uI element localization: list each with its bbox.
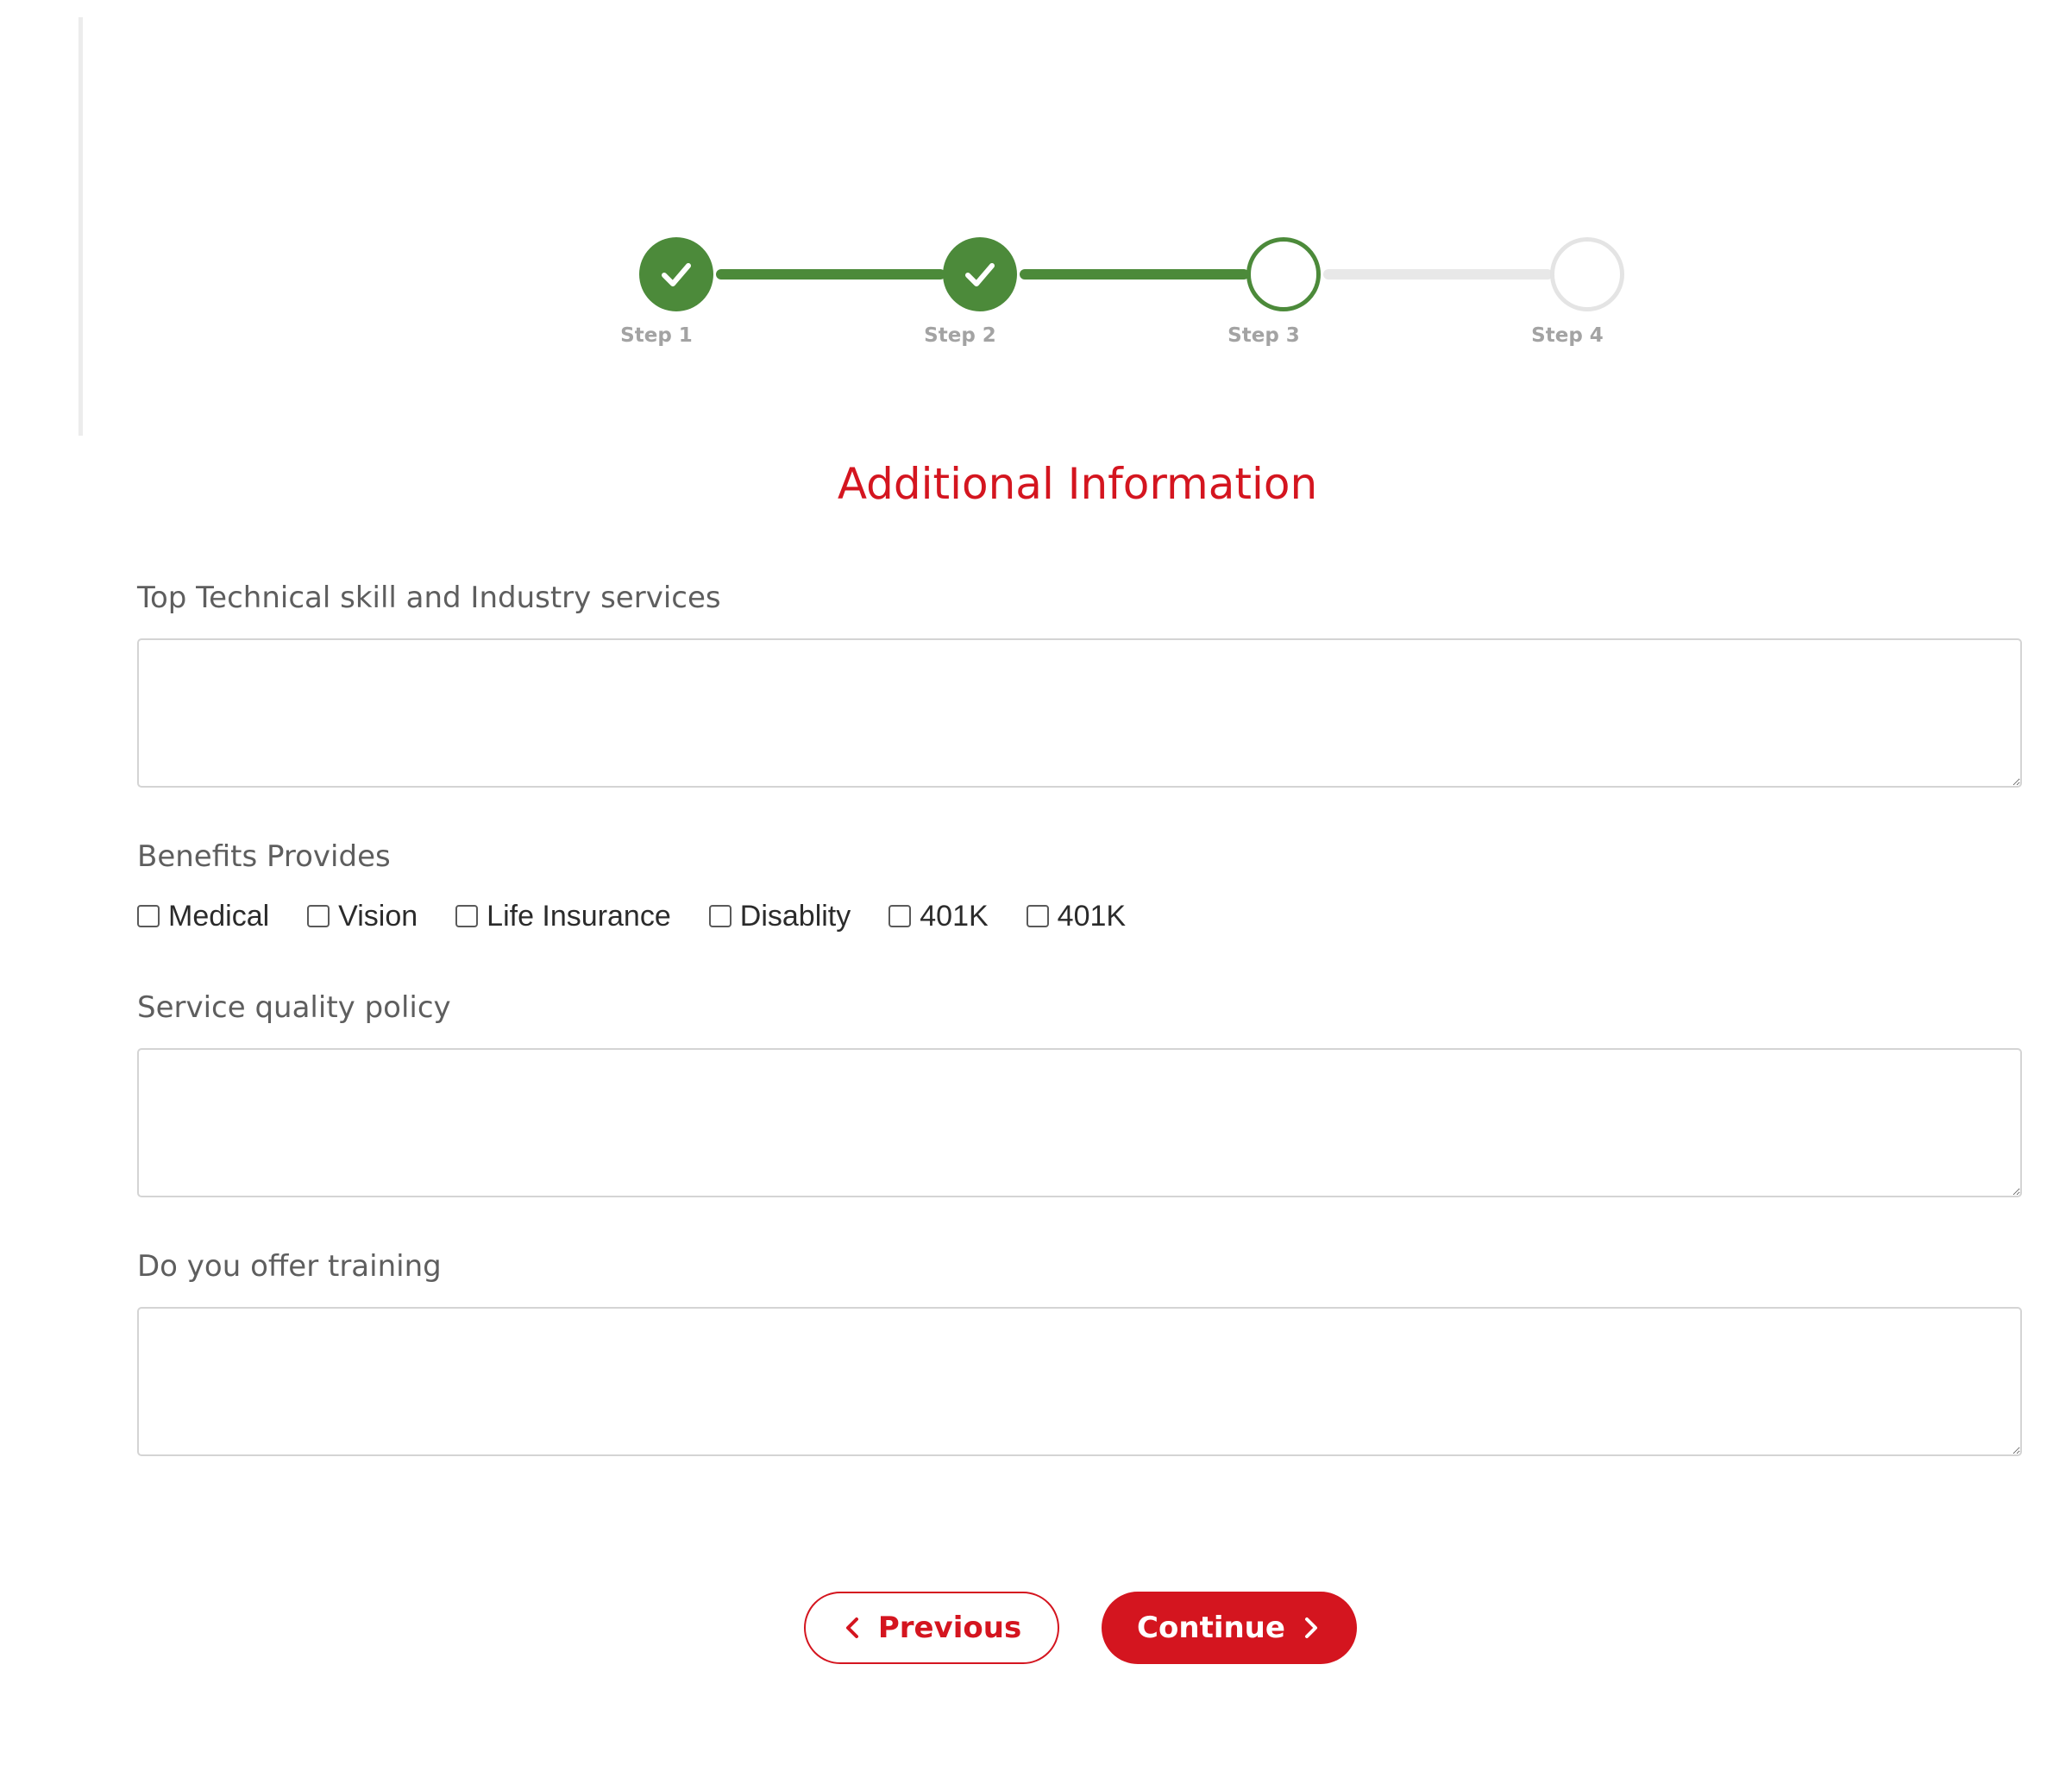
benefit-life-insurance[interactable]: Life Insurance xyxy=(455,900,671,933)
step-connector-3 xyxy=(1323,269,1553,280)
step-3-indicator[interactable] xyxy=(1246,237,1321,311)
step-2-label: Step 2 xyxy=(924,324,996,347)
chevron-left-icon xyxy=(845,1617,858,1638)
step-1-label: Step 1 xyxy=(620,324,693,347)
benefit-label: 401K xyxy=(1057,899,1127,933)
step-4-label: Step 4 xyxy=(1531,324,1604,347)
skills-textarea[interactable] xyxy=(137,638,2022,788)
benefits-checkbox-group: Medical Vision Life Insurance Disablity … xyxy=(137,897,1164,935)
continue-button[interactable]: Continue xyxy=(1102,1592,1357,1664)
training-label: Do you offer training xyxy=(137,1249,442,1284)
check-icon xyxy=(965,263,995,286)
checkbox[interactable] xyxy=(455,905,479,927)
benefit-vision[interactable]: Vision xyxy=(307,900,418,933)
step-2-indicator[interactable] xyxy=(943,237,1017,311)
training-textarea[interactable] xyxy=(137,1307,2022,1456)
benefit-disability[interactable]: Disablity xyxy=(708,899,851,933)
check-icon xyxy=(662,263,691,286)
benefit-label: Life Insurance xyxy=(487,899,671,933)
step-3-label: Step 3 xyxy=(1228,324,1300,347)
progress-stepper: Step 1 Step 2 Step 3 Step 4 xyxy=(0,0,2072,362)
benefit-label: Disablity xyxy=(739,899,851,933)
step-connector-1 xyxy=(716,269,945,280)
checkbox[interactable] xyxy=(1026,905,1049,927)
skills-label: Top Technical skill and Industry service… xyxy=(137,581,721,615)
checkbox[interactable] xyxy=(137,905,160,927)
step-4-indicator[interactable] xyxy=(1550,237,1624,311)
benefit-label: Vision xyxy=(338,899,418,933)
benefit-medical[interactable]: Medical xyxy=(137,900,269,933)
previous-button[interactable]: Previous xyxy=(804,1592,1059,1664)
quality-policy-textarea[interactable] xyxy=(137,1048,2022,1197)
previous-label: Previous xyxy=(877,1611,1022,1645)
quality-policy-label: Service quality policy xyxy=(137,990,451,1025)
checkbox[interactable] xyxy=(307,905,330,927)
checkbox[interactable] xyxy=(708,905,731,927)
benefits-label: Benefits Provides xyxy=(137,839,391,874)
page: Step 1 Step 2 Step 3 Step 4 Additional I… xyxy=(0,0,2072,1765)
step-connector-2 xyxy=(1020,269,1249,280)
continue-label: Continue xyxy=(1137,1611,1285,1645)
step-1-indicator[interactable] xyxy=(639,237,713,311)
benefit-401k[interactable]: 401K xyxy=(888,899,989,933)
benefit-label: Medical xyxy=(168,899,270,933)
chevron-right-icon xyxy=(1304,1617,1317,1638)
benefit-label: 401K xyxy=(920,899,989,933)
page-title: Additional Information xyxy=(837,459,1318,509)
benefit-401k-2[interactable]: 401K xyxy=(1026,899,1127,933)
checkbox[interactable] xyxy=(888,905,912,927)
